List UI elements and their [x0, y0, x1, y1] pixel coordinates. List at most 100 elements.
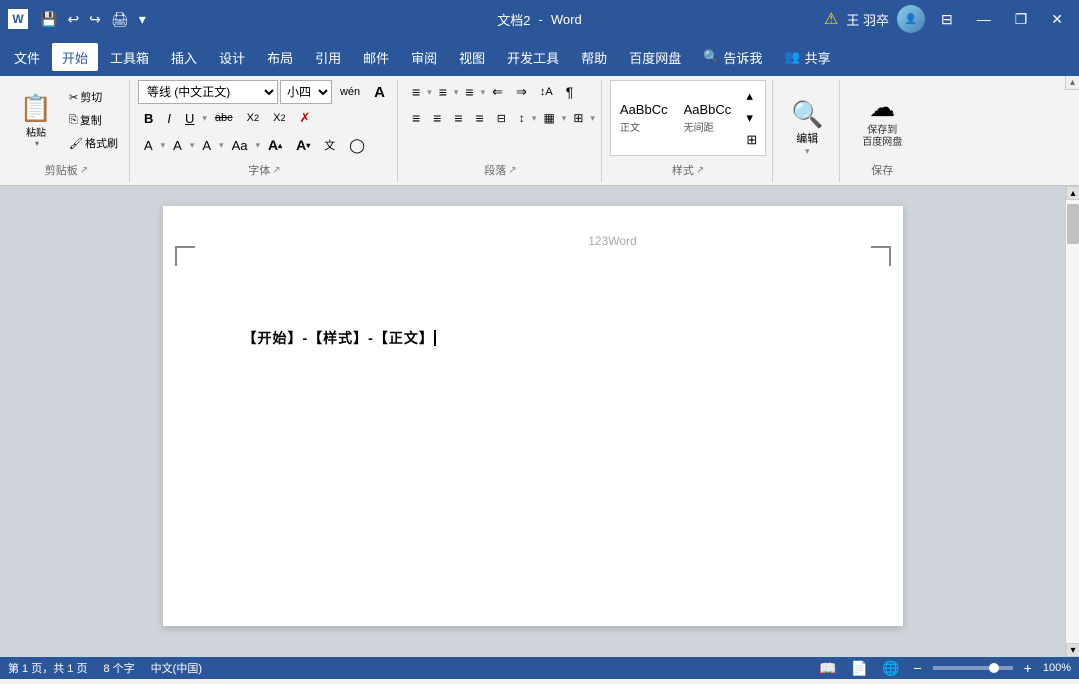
format-painter-button[interactable]: 🖌 格式刷 [64, 132, 123, 154]
menu-toolbox[interactable]: 工具箱 [100, 43, 159, 71]
circle-char-btn[interactable]: ◯ [343, 133, 371, 157]
style-normal[interactable]: AaBbCc 正文 [613, 99, 675, 137]
v-scroll-up-btn[interactable]: ▴ [1066, 186, 1079, 200]
decrease-font-btn[interactable]: A▾ [290, 133, 316, 157]
menu-share[interactable]: 👥 共享 [774, 43, 840, 71]
superscript-button[interactable]: X2 [267, 106, 291, 130]
underline-button[interactable]: U [179, 106, 200, 130]
font-wen-btn[interactable]: wén [334, 80, 366, 104]
close-btn[interactable]: ✕ [1043, 7, 1071, 32]
shading-btn[interactable]: ▦ [537, 106, 560, 130]
clear-format-button[interactable]: ✗ [294, 106, 317, 130]
menu-layout[interactable]: 布局 [257, 43, 303, 71]
increase-font-btn[interactable]: A▴ [262, 133, 288, 157]
strikethrough-button[interactable]: abc [209, 106, 239, 130]
menu-insert[interactable]: 插入 [161, 43, 207, 71]
menu-tellme[interactable]: 🔍 告诉我 [693, 43, 772, 71]
save-quick-btn[interactable]: 💾 [36, 9, 61, 30]
italic-button[interactable]: I [161, 106, 177, 130]
styles-down-btn[interactable]: ▾ [740, 107, 763, 129]
subscript-button[interactable]: X2 [241, 106, 265, 130]
menu-baidu[interactable]: 百度网盘 [619, 43, 691, 71]
cut-button[interactable]: ✂ 剪切 [64, 86, 123, 108]
columns-btn[interactable]: ⊟ [491, 106, 512, 130]
customize-qa-btn[interactable]: ▾ [135, 9, 150, 30]
undo-btn[interactable]: ↩ [63, 9, 83, 30]
line-spacing-dropdown[interactable]: ▾ [532, 113, 537, 124]
font-family-select[interactable]: 等线 (中文正文) [138, 80, 278, 104]
page-content[interactable]: 【开始】-【样式】-【正文】 [243, 326, 823, 351]
multilevel-btn[interactable]: ≡ [459, 80, 479, 104]
read-view-btn[interactable]: 📖 [816, 659, 839, 678]
print-view-btn[interactable]: 📄 [848, 659, 871, 678]
para-expand-icon[interactable]: ↗ [508, 165, 516, 176]
center-btn[interactable]: ≡ [427, 106, 447, 130]
v-scroll-track[interactable] [1066, 200, 1079, 643]
highlight-dropdown[interactable]: ▾ [161, 140, 166, 151]
font-clear-format-btn[interactable]: A [368, 80, 391, 104]
char-dropdown[interactable]: ▾ [219, 140, 224, 151]
menu-mail[interactable]: 邮件 [353, 43, 399, 71]
shading-dropdown[interactable]: ▾ [562, 113, 567, 124]
underline-dropdown[interactable]: ▾ [202, 113, 207, 124]
v-scroll-thumb[interactable] [1067, 204, 1079, 244]
numbering-btn[interactable]: ≡ [433, 80, 453, 104]
align-left-btn[interactable]: ≡ [406, 106, 426, 130]
font-size-select[interactable]: 小四 [280, 80, 332, 104]
minimize-btn[interactable]: — [969, 7, 999, 31]
copy-button[interactable]: ⎘ 复制 [64, 109, 123, 131]
font-color-btn[interactable]: A [167, 133, 188, 157]
menu-references[interactable]: 引用 [305, 43, 351, 71]
line-spacing-btn[interactable]: ↕ [513, 106, 531, 130]
border-btn[interactable]: ⊞ [567, 106, 589, 130]
style-no-spacing[interactable]: AaBbCc 无间距 [677, 99, 739, 137]
styles-expand-icon[interactable]: ↗ [696, 165, 704, 176]
font-expand-icon[interactable]: ↗ [272, 165, 280, 176]
decrease-indent-btn[interactable]: ⇐ [486, 80, 509, 104]
menu-file[interactable]: 文件 [4, 43, 50, 71]
styles-expand-btn[interactable]: ⊞ [740, 129, 763, 151]
editing-button[interactable]: 🔍 编辑 ▾ [781, 88, 833, 168]
paste-button[interactable]: 📋 粘贴 ▾ [10, 86, 62, 154]
ribbon-toggle-btn[interactable]: ⊟ [933, 7, 961, 32]
justify-btn[interactable]: ≡ [470, 106, 490, 130]
bullets-dropdown[interactable]: ▾ [427, 87, 432, 98]
bullets-btn[interactable]: ≡ [406, 80, 426, 104]
web-view-btn[interactable]: 🌐 [879, 659, 902, 678]
char-shading-btn[interactable]: A [196, 133, 217, 157]
font-color-dropdown[interactable]: ▾ [190, 140, 195, 151]
ribbon-collapse-btn[interactable]: ▴ [1065, 76, 1079, 90]
zoom-in-btn[interactable]: + [1021, 659, 1035, 677]
print-btn[interactable]: 🖨 [107, 9, 133, 30]
styles-up-btn[interactable]: ▴ [740, 85, 763, 107]
menu-view[interactable]: 视图 [449, 43, 495, 71]
save-baidu-button[interactable]: ☁ 保存到百度网盘 [853, 80, 911, 160]
v-scroll-down-btn[interactable]: ▾ [1066, 643, 1079, 657]
paste-dropdown[interactable]: ▾ [35, 139, 39, 148]
user-avatar[interactable]: 👤 [897, 5, 925, 33]
increase-indent-btn[interactable]: ⇒ [510, 80, 533, 104]
menu-review[interactable]: 审阅 [401, 43, 447, 71]
document-area[interactable]: 123Word 【开始】-【样式】-【正文】 [0, 186, 1065, 657]
zoom-slider[interactable] [933, 666, 1013, 670]
align-right-btn[interactable]: ≡ [448, 106, 468, 130]
redo-btn[interactable]: ↪ [85, 9, 105, 30]
case-dropdown[interactable]: ▾ [255, 140, 260, 151]
phonetic-btn[interactable]: 文 [318, 133, 341, 157]
restore-btn[interactable]: ❐ [1007, 7, 1036, 32]
zoom-out-btn[interactable]: − [910, 659, 924, 677]
editing-dropdown[interactable]: ▾ [805, 146, 810, 157]
menu-design[interactable]: 设计 [209, 43, 255, 71]
menu-devtools[interactable]: 开发工具 [497, 43, 569, 71]
multilevel-dropdown[interactable]: ▾ [481, 87, 486, 98]
change-case-btn[interactable]: Aa [226, 133, 254, 157]
clipboard-expand-icon[interactable]: ↗ [80, 165, 88, 176]
sort-btn[interactable]: ↕A [534, 80, 559, 104]
numbering-dropdown[interactable]: ▾ [454, 87, 459, 98]
menu-home[interactable]: 开始 [52, 43, 98, 71]
text-highlight-btn[interactable]: A [138, 133, 159, 157]
menu-help[interactable]: 帮助 [571, 43, 617, 71]
border-dropdown[interactable]: ▾ [590, 113, 595, 124]
bold-button[interactable]: B [138, 106, 159, 130]
show-marks-btn[interactable]: ¶ [560, 80, 580, 104]
